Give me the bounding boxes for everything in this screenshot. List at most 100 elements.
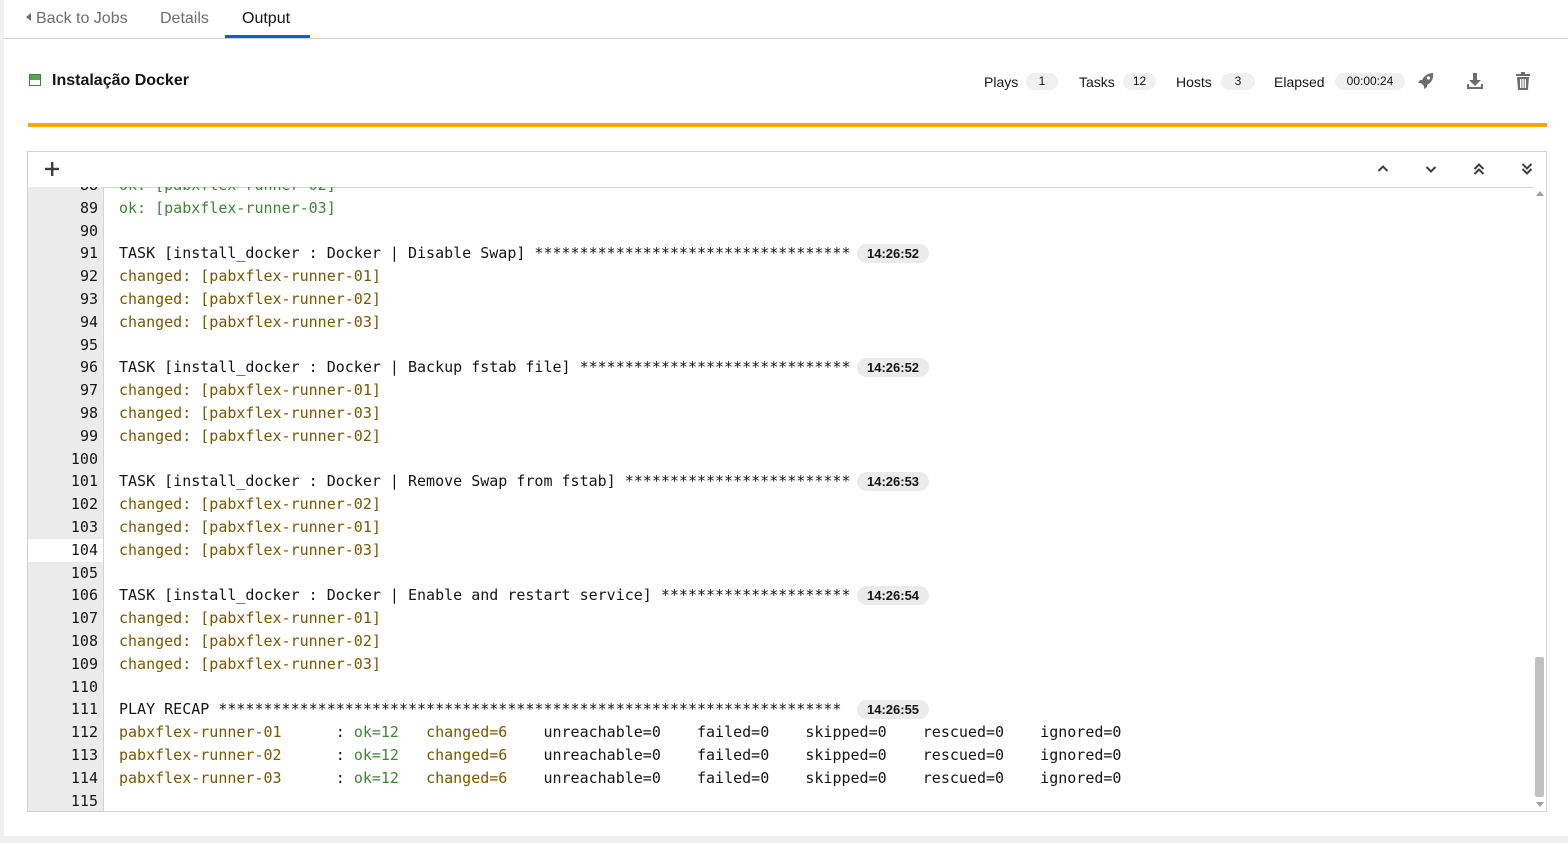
recap-line-text: pabxflex-runner-02 : ok=12 changed=6 unr… <box>119 744 1121 767</box>
line-number: 111 <box>70 700 98 719</box>
output-line[interactable]: 91 TASK [install_docker : Docker | Disabl… <box>28 242 1533 265</box>
download-button[interactable] <box>1465 71 1485 91</box>
line-number: 114 <box>70 768 98 787</box>
output-line[interactable]: 110 <box>28 676 1533 699</box>
elapsed-time-badge: 00:00:24 <box>1335 73 1405 90</box>
output-line[interactable]: 103 changed: [pabxflex-runner-01] <box>28 516 1533 539</box>
recap-ok-count: ok=12 <box>353 723 427 742</box>
output-line[interactable]: 113 pabxflex-runner-02 : ok=12 changed=6 … <box>28 744 1533 767</box>
output-line[interactable]: 114 pabxflex-runner-03 : ok=12 changed=6 … <box>28 767 1533 790</box>
recap-host: pabxflex-runner-02 <box>119 745 336 764</box>
back-to-jobs-label: Back to Jobs <box>36 10 128 27</box>
tab-bar: Back to Jobs Details Output <box>4 0 1568 39</box>
line-number: 99 <box>79 426 98 445</box>
back-to-jobs-tab[interactable]: Back to Jobs <box>26 10 128 28</box>
line-number: 105 <box>70 563 98 582</box>
task-timestamp-badge: 14:26:52 <box>857 358 930 378</box>
output-line[interactable]: 108 changed: [pabxflex-runner-02] <box>28 630 1533 653</box>
tab-details[interactable]: Details <box>160 10 209 28</box>
output-line-text: ok: [pabxflex-runner-02] <box>119 187 336 197</box>
output-line-text: changed: [pabxflex-runner-02] <box>119 631 381 650</box>
output-line-text: changed: [pabxflex-runner-03] <box>119 540 381 559</box>
output-lines: 88 ok: [pabxflex-runner-02] 89 ok: [pabxfle… <box>28 187 1533 811</box>
recap-other-counts: unreachable=0 failed=0 skipped=0 rescued… <box>543 745 1122 764</box>
output-scrollbar[interactable] <box>1533 187 1546 811</box>
line-number: 98 <box>79 403 98 422</box>
output-body[interactable]: 88 ok: [pabxflex-runner-02] 89 ok: [pabxfle… <box>28 187 1546 811</box>
scroll-first-button[interactable] <box>1470 160 1488 178</box>
line-number: 101 <box>70 472 98 491</box>
output-line[interactable]: 90 <box>28 220 1533 243</box>
scrollbar-thumb[interactable] <box>1535 657 1544 797</box>
line-number: 91 <box>79 244 98 263</box>
line-number: 95 <box>79 335 98 354</box>
output-line[interactable]: 97 changed: [pabxflex-runner-01] <box>28 379 1533 402</box>
line-number: 110 <box>70 677 98 696</box>
output-line[interactable]: 101 TASK [install_docker : Docker | Remov… <box>28 470 1533 493</box>
output-line[interactable]: 115 <box>28 790 1533 811</box>
output-line-text: changed: [pabxflex-runner-01] <box>119 381 381 400</box>
line-number: 96 <box>79 358 98 377</box>
output-line[interactable]: 100 <box>28 448 1533 471</box>
task-timestamp-badge: 14:26:52 <box>857 244 930 264</box>
download-icon <box>1467 73 1483 89</box>
line-number: 94 <box>79 312 98 331</box>
recap-host: pabxflex-runner-03 <box>119 768 336 787</box>
scroll-next-button[interactable] <box>1422 160 1440 178</box>
recap-changed-count: changed=6 <box>426 745 544 764</box>
rocket-icon <box>1418 73 1434 89</box>
output-line[interactable]: 98 changed: [pabxflex-runner-03] <box>28 402 1533 425</box>
line-number: 93 <box>79 289 98 308</box>
output-line[interactable]: 109 changed: [pabxflex-runner-03] <box>28 653 1533 676</box>
scroll-previous-button[interactable] <box>1374 160 1392 178</box>
output-line-text: changed: [pabxflex-runner-02] <box>119 289 381 308</box>
double-chevron-up-icon <box>1473 163 1485 175</box>
task-header-text: TASK [install_docker : Docker | Remove S… <box>119 472 851 491</box>
output-line[interactable]: 104 changed: [pabxflex-runner-03] <box>28 538 1533 562</box>
scroll-down-arrow-icon[interactable] <box>1536 802 1544 807</box>
recap-separator: : <box>335 768 354 787</box>
line-number: 108 <box>70 631 98 650</box>
plays-label: Plays <box>984 74 1019 90</box>
plus-icon <box>45 162 59 176</box>
output-line[interactable]: 92 changed: [pabxflex-runner-01] <box>28 265 1533 288</box>
job-status-icon <box>29 74 41 86</box>
recap-line-text: pabxflex-runner-03 : ok=12 changed=6 unr… <box>119 767 1121 790</box>
output-line-text: changed: [pabxflex-runner-01] <box>119 267 381 286</box>
expand-all-button[interactable] <box>43 160 61 178</box>
task-timestamp-badge: 14:26:53 <box>857 472 930 492</box>
scroll-last-button[interactable] <box>1518 160 1536 178</box>
line-number: 100 <box>70 449 98 468</box>
output-line[interactable]: 105 <box>28 562 1533 585</box>
task-header-text: TASK [install_docker : Docker | Enable a… <box>119 586 851 605</box>
output-toolbar <box>28 152 1546 188</box>
output-line[interactable]: 88 ok: [pabxflex-runner-02] <box>28 187 1533 197</box>
recap-other-counts: unreachable=0 failed=0 skipped=0 rescued… <box>543 723 1122 742</box>
hosts-label: Hosts <box>1176 74 1212 90</box>
output-line[interactable]: 93 changed: [pabxflex-runner-02] <box>28 288 1533 311</box>
output-line[interactable]: 94 changed: [pabxflex-runner-03] <box>28 311 1533 334</box>
output-line[interactable]: 106 TASK [install_docker : Docker | Enabl… <box>28 584 1533 607</box>
output-line-text: changed: [pabxflex-runner-01] <box>119 517 381 536</box>
output-line[interactable]: 107 changed: [pabxflex-runner-01] <box>28 607 1533 630</box>
output-line-text: changed: [pabxflex-runner-03] <box>119 654 381 673</box>
delete-button[interactable] <box>1513 71 1533 91</box>
output-line[interactable]: 89 ok: [pabxflex-runner-03] <box>28 197 1533 220</box>
output-line-text: changed: [pabxflex-runner-03] <box>119 403 381 422</box>
scroll-up-arrow-icon[interactable] <box>1536 191 1544 196</box>
tab-output[interactable]: Output <box>242 10 290 28</box>
line-number: 97 <box>79 381 98 400</box>
output-line[interactable]: 99 changed: [pabxflex-runner-02] <box>28 425 1533 448</box>
job-title: Instalação Docker <box>52 72 189 89</box>
line-number: 89 <box>79 198 98 217</box>
relaunch-button[interactable] <box>1416 71 1436 91</box>
caret-left-icon <box>26 13 31 21</box>
output-line[interactable]: 102 changed: [pabxflex-runner-02] <box>28 493 1533 516</box>
output-line[interactable]: 111 PLAY RECAP **************************… <box>28 698 1533 721</box>
line-number: 103 <box>70 517 98 536</box>
line-number: 106 <box>70 586 98 605</box>
output-line[interactable]: 95 <box>28 334 1533 357</box>
output-line[interactable]: 112 pabxflex-runner-01 : ok=12 changed=6 … <box>28 721 1533 744</box>
output-line[interactable]: 96 TASK [install_docker : Docker | Backup… <box>28 356 1533 379</box>
job-output-card: Back to Jobs Details Output Instalação D… <box>4 0 1568 836</box>
